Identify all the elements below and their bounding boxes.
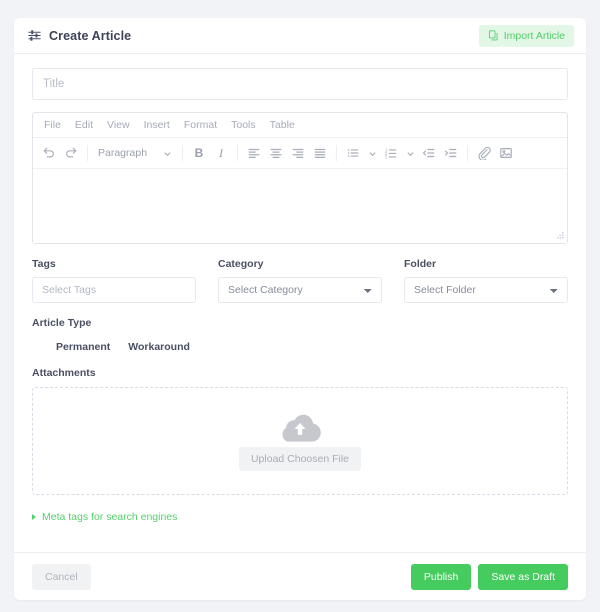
menu-table[interactable]: Table	[263, 117, 302, 133]
toolbar-divider	[336, 145, 337, 161]
article-type-options: Permanent Workaround	[32, 341, 568, 353]
page-background: Create Article Import Article File E	[0, 0, 600, 612]
image-icon[interactable]	[495, 142, 517, 164]
article-type-group: Article Type Permanent Workaround	[32, 317, 568, 353]
tags-label: Tags	[32, 258, 56, 270]
article-type-option-permanent[interactable]: Permanent	[56, 341, 110, 353]
card-body: File Edit View Insert Format Tools Table	[14, 54, 586, 536]
menu-insert[interactable]: Insert	[137, 117, 177, 133]
svg-text:3: 3	[385, 154, 388, 159]
rich-text-editor: File Edit View Insert Format Tools Table	[32, 112, 568, 244]
footer-actions: Publish Save as Draft	[410, 563, 568, 590]
editor-menubar: File Edit View Insert Format Tools Table	[33, 113, 567, 138]
category-select[interactable]: Select Category	[218, 277, 382, 303]
create-article-card: Create Article Import Article File E	[14, 18, 586, 600]
import-article-button[interactable]: Import Article	[478, 24, 574, 47]
page-title: Create Article	[49, 28, 132, 43]
import-article-label: Import Article	[503, 29, 565, 42]
article-type-workaround-label: Workaround	[128, 341, 190, 353]
sliders-icon	[28, 29, 41, 42]
undo-icon[interactable]	[38, 142, 60, 164]
tags-input[interactable]	[32, 277, 196, 303]
align-left-icon[interactable]	[243, 142, 265, 164]
attachments-label: Attachments	[32, 367, 96, 379]
bullet-list-icon[interactable]	[342, 142, 364, 164]
editor-toolbar: Paragraph B I 1 2 3	[33, 138, 567, 169]
align-center-icon[interactable]	[265, 142, 287, 164]
title-input[interactable]	[32, 68, 568, 100]
folder-label: Folder	[404, 258, 437, 270]
chevron-down-icon	[164, 151, 171, 156]
toolbar-divider	[237, 145, 238, 161]
article-type-option-workaround[interactable]: Workaround	[128, 341, 190, 353]
toolbar-divider	[182, 145, 183, 161]
editor-resize-handle[interactable]	[555, 231, 565, 241]
menu-tools[interactable]: Tools	[224, 117, 263, 133]
attachments-dropzone[interactable]: Upload Choosen File	[32, 387, 568, 495]
copy-icon	[488, 30, 499, 41]
attachments-group: Attachments Upload Choosen File	[32, 367, 568, 495]
align-justify-icon[interactable]	[309, 142, 331, 164]
bold-label: B	[194, 146, 204, 160]
italic-button[interactable]: I	[210, 142, 232, 164]
paperclip-icon[interactable]	[473, 142, 495, 164]
italic-label: I	[219, 145, 223, 160]
card-header: Create Article Import Article	[14, 18, 586, 54]
numbered-list-icon[interactable]: 1 2 3	[380, 142, 402, 164]
indent-icon[interactable]	[440, 142, 462, 164]
menu-file[interactable]: File	[37, 117, 68, 133]
taxonomy-field-row: Tags Category Select Category Folder Sel…	[32, 258, 568, 303]
menu-edit[interactable]: Edit	[68, 117, 100, 133]
category-field-group: Category Select Category	[218, 258, 382, 303]
article-type-label: Article Type	[32, 317, 92, 329]
article-type-permanent-label: Permanent	[56, 341, 111, 353]
editor-content-area[interactable]	[33, 169, 567, 243]
category-label: Category	[218, 258, 264, 270]
redo-icon[interactable]	[60, 142, 82, 164]
card-footer: Cancel Publish Save as Draft	[14, 552, 586, 600]
folder-field-group: Folder Select Folder	[404, 258, 568, 303]
outdent-icon[interactable]	[418, 142, 440, 164]
menu-format[interactable]: Format	[177, 117, 224, 133]
cloud-upload-icon	[282, 414, 321, 442]
save-as-draft-button[interactable]: Save as Draft	[478, 563, 568, 590]
toolbar-divider	[87, 145, 88, 161]
header-left-group: Create Article	[28, 29, 131, 43]
block-format-value: Paragraph	[98, 147, 148, 159]
meta-tags-label: Meta tags for search engines	[42, 511, 178, 523]
toolbar-divider	[467, 145, 468, 161]
menu-view[interactable]: View	[100, 117, 137, 133]
block-format-select[interactable]: Paragraph	[93, 142, 177, 164]
publish-button[interactable]: Publish	[410, 563, 472, 590]
upload-choosen-file-button[interactable]: Upload Choosen File	[238, 447, 362, 471]
triangle-right-icon	[32, 514, 36, 520]
folder-select[interactable]: Select Folder	[404, 277, 568, 303]
numbered-list-chevron-down-icon[interactable]	[402, 142, 418, 164]
tags-field-group: Tags	[32, 258, 196, 303]
align-right-icon[interactable]	[287, 142, 309, 164]
cancel-button[interactable]: Cancel	[32, 563, 91, 590]
bullet-list-chevron-down-icon[interactable]	[364, 142, 380, 164]
bold-button[interactable]: B	[188, 142, 210, 164]
meta-tags-toggle[interactable]: Meta tags for search engines	[32, 511, 568, 523]
